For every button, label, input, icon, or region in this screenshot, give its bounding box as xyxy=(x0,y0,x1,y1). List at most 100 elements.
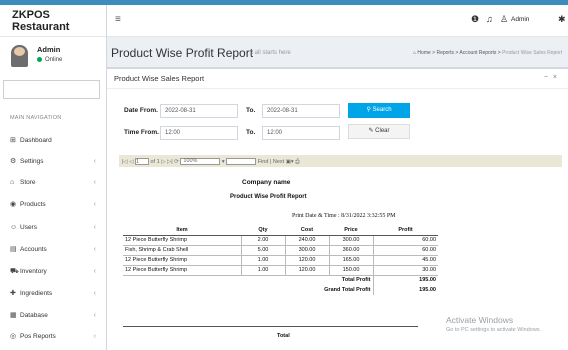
col-cost: Cost xyxy=(285,225,329,236)
total-divider xyxy=(123,326,418,327)
sidebar-item-pos-reports[interactable]: ◎ Pos Reports ‹ xyxy=(0,328,106,344)
search-button[interactable]: ⚲ Search xyxy=(348,103,410,118)
alert-icon[interactable]: ♫ xyxy=(486,14,493,24)
page-number-input[interactable]: 1 xyxy=(134,158,149,165)
sidebar-item-inventory[interactable]: ⛟ Inventory ‹ xyxy=(0,263,106,279)
table-cell: 165.00 xyxy=(328,255,373,266)
first-page-icon[interactable]: |◁ xyxy=(122,159,128,165)
menu-toggle-icon[interactable]: ≡ xyxy=(115,14,121,25)
sidebar-item-store[interactable]: ⌂ Store ‹ xyxy=(0,174,106,190)
plus-icon: ✚ xyxy=(10,290,16,297)
zoom-dropdown-icon[interactable]: ▾ xyxy=(222,159,225,165)
chevron-left-icon: ‹ xyxy=(93,245,96,253)
brand-logo[interactable]: ZKPOS Restaurant xyxy=(0,5,106,37)
activate-windows-title: Activate Windows xyxy=(446,315,514,325)
table-cell: 30.00 xyxy=(372,265,438,276)
time-from-input[interactable]: 12:00 xyxy=(160,126,238,140)
page-title: Product Wise Profit Report xyxy=(111,46,254,60)
report-table: Item Qty Cost Price Profit 12 Piece Butt… xyxy=(123,225,438,295)
find-next-link[interactable]: Find | Next xyxy=(258,159,285,165)
table-cell: 12 Piece Butterfly Shrimp xyxy=(123,255,241,266)
nav-header: MAIN NAVIGATION xyxy=(10,115,62,121)
date-from-label: Date From. xyxy=(124,107,158,114)
sidebar-item-label: Users xyxy=(20,223,37,231)
table-cell: 60.00 xyxy=(372,235,438,246)
col-profit: Profit xyxy=(373,225,438,236)
user-status-label: Online xyxy=(45,57,63,64)
collapse-icon[interactable]: − xyxy=(544,74,553,81)
user-name: Admin xyxy=(37,45,61,54)
chevron-left-icon: ‹ xyxy=(93,289,96,297)
find-input[interactable] xyxy=(226,158,257,165)
export-icon[interactable]: ▣▾ xyxy=(286,159,294,165)
notification-icon[interactable]: ❶ xyxy=(471,14,479,25)
sidebar-item-users[interactable]: ☺ Users ‹ xyxy=(0,219,106,235)
last-page-icon[interactable]: ▷| xyxy=(167,159,173,165)
table-cell: 120.00 xyxy=(284,265,329,276)
sidebar-item-label: Accounts xyxy=(20,245,47,253)
next-page-icon[interactable]: ▷ xyxy=(161,159,165,165)
user-avatar-icon[interactable]: ♙ xyxy=(500,14,508,25)
chevron-left-icon: ‹ xyxy=(93,178,96,186)
time-to-input[interactable]: 12:00 xyxy=(262,126,340,140)
table-cell: 240.00 xyxy=(284,235,329,246)
breadcrumb: ⌂ Home > Reports > Account Reports > Pro… xyxy=(413,50,563,56)
prev-page-icon[interactable]: ◁ xyxy=(129,159,133,165)
sidebar-item-settings[interactable]: ⚙ Settings ‹ xyxy=(0,153,106,169)
total-profit-value: 195.00 xyxy=(372,275,438,285)
time-from-label: Time From. xyxy=(124,129,159,136)
table-cell: 150.00 xyxy=(328,265,373,276)
chevron-left-icon: ‹ xyxy=(93,200,96,208)
user-status: Online xyxy=(37,57,62,63)
sidebar-item-products[interactable]: ◉ Products ‹ xyxy=(0,196,106,212)
truck-icon: ⛟ xyxy=(10,267,19,275)
sidebar-item-database[interactable]: ▦ Database ‹ xyxy=(0,307,106,323)
activate-windows-subtitle: Go to PC settings to activate Windows. xyxy=(446,327,542,333)
print-icon[interactable]: ⎙ xyxy=(295,159,299,165)
table-cell: 360.00 xyxy=(328,245,373,256)
chevron-left-icon: ‹ xyxy=(93,311,96,319)
top-header: ≡ ❶ ♫ ♙ Admin ✱ xyxy=(107,5,568,37)
table-cell: 120.00 xyxy=(284,255,329,266)
user-panel: Admin Online xyxy=(0,37,106,75)
refresh-icon[interactable]: ⟳ xyxy=(174,159,179,165)
clear-button[interactable]: ✎ Clear xyxy=(348,124,410,139)
report-viewer-toolbar: |◁ ◁ 1 of 1 ▷ ▷| ⟳ 100% ▾ Find | Next ▣▾… xyxy=(119,155,562,167)
date-to-input[interactable]: 2022-08-31 xyxy=(262,104,340,118)
breadcrumb-current: Product Wise Sales Report xyxy=(502,50,563,56)
date-to-label: To. xyxy=(246,107,256,114)
table-cell: 300.00 xyxy=(328,235,373,246)
sidebar-item-label: Store xyxy=(20,178,36,186)
content-area: Product Wise Profit Report it all starts… xyxy=(107,37,568,350)
sidebar-item-dashboard[interactable]: ⊞ Dashboard xyxy=(0,132,106,148)
time-to-label: To. xyxy=(246,129,256,136)
clear-button-label: Clear xyxy=(375,128,390,134)
total-profit-row: Total Profit 195.00 xyxy=(123,275,438,285)
online-dot-icon xyxy=(37,57,42,62)
chevron-left-icon: ‹ xyxy=(93,157,96,165)
user-icon: ☺ xyxy=(10,223,18,231)
gear-icon[interactable]: ✱ xyxy=(558,14,566,25)
avatar xyxy=(11,45,28,67)
table-cell: 5.00 xyxy=(240,245,285,256)
total-label: Total xyxy=(277,333,290,339)
breadcrumb-reports[interactable]: Reports xyxy=(436,50,454,56)
sidebar-search-input[interactable] xyxy=(3,80,100,99)
box-title: Product Wise Sales Report xyxy=(114,74,205,83)
breadcrumb-account-reports[interactable]: Account Reports xyxy=(459,50,496,56)
breadcrumb-home[interactable]: Home xyxy=(417,50,430,56)
box-tools: −× xyxy=(544,74,562,81)
sidebar-item-label: Pos Reports xyxy=(20,332,56,340)
grand-total-profit-row: Grand Total Profit 195.00 xyxy=(123,285,438,295)
table-row: 12 Piece Butterfly Shrimp 1.00 120.00 165.0… xyxy=(123,255,438,266)
sidebar-item-ingredients[interactable]: ✚ Ingredients ‹ xyxy=(0,285,106,301)
table-cell: 300.00 xyxy=(284,245,329,256)
chevron-left-icon: ‹ xyxy=(93,332,96,340)
date-from-input[interactable]: 2022-08-31 xyxy=(160,104,238,118)
sidebar-item-accounts[interactable]: ▤ Accounts ‹ xyxy=(0,241,106,257)
close-icon[interactable]: × xyxy=(553,74,562,81)
table-cell: 1.00 xyxy=(240,265,285,276)
zoom-select[interactable]: 100% xyxy=(180,158,221,165)
header-admin-label[interactable]: Admin xyxy=(511,16,529,23)
table-cell: 12 Piece Butterfly Shrimp xyxy=(123,265,241,276)
